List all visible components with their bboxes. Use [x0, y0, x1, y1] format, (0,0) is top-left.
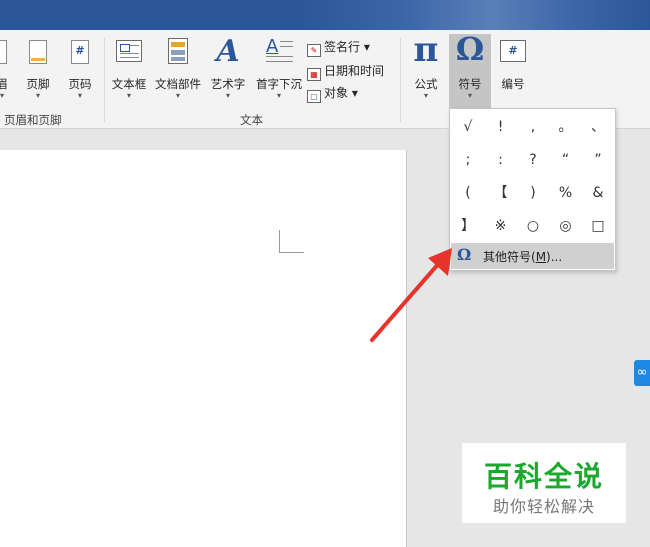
quick-parts-label: 文档部件 — [155, 77, 201, 91]
wordart-label: 艺术字 — [210, 77, 246, 91]
symbol-cell[interactable]: ; — [452, 144, 484, 176]
equation-button[interactable]: π 公式 ▾ — [406, 30, 446, 116]
numbering-icon: # — [500, 40, 526, 62]
title-bar-decoration — [300, 0, 650, 30]
symbol-cell[interactable]: 。 — [550, 111, 582, 143]
header-footer-group-label: 页眉和页脚 — [4, 113, 62, 127]
object-label: 对象 ▾ — [324, 86, 358, 100]
title-bar — [0, 0, 650, 30]
chevron-down-icon: ▾ — [126, 91, 131, 100]
numbering-label: 编号 — [501, 77, 525, 91]
hash-icon: # — [508, 44, 518, 57]
more-symbols-text: 其他符号( — [483, 250, 536, 264]
symbol-button[interactable]: Ω 符号 ▾ — [449, 30, 491, 116]
chevron-down-icon: ▾ — [77, 91, 82, 100]
omega-icon: Ω — [457, 245, 472, 264]
omega-icon: Ω — [455, 30, 485, 68]
watermark: 百科全说 助你轻松解决 — [462, 443, 626, 523]
symbol-label: 符号 — [458, 77, 482, 91]
group-divider — [400, 38, 401, 122]
symbol-cell[interactable]: ” — [582, 144, 614, 176]
drop-cap-icon: A — [264, 36, 294, 64]
symbol-cell[interactable]: : — [485, 144, 517, 176]
signature-line-button[interactable]: ✎ 签名行 ▾ — [307, 38, 370, 57]
more-symbols-ellipsis: )... — [546, 250, 563, 264]
date-time-label: 日期和时间 — [324, 64, 385, 78]
page-number-button-label: 页码 — [68, 77, 92, 91]
chevron-down-icon: ▾ — [467, 91, 472, 100]
page-number-button[interactable]: # 页码 ▾ — [62, 30, 98, 116]
chevron-down-icon: ▾ — [0, 91, 4, 100]
wordart-button[interactable]: A 艺术字 ▾ — [206, 30, 250, 116]
numbering-button[interactable]: # 编号 — [494, 30, 532, 116]
symbol-cell[interactable]: 、 — [582, 111, 614, 143]
quick-parts-button[interactable]: 文档部件 ▾ — [152, 30, 204, 116]
symbol-cell[interactable]: ! — [485, 111, 517, 143]
text-box-button[interactable]: 文本框 ▾ — [108, 30, 150, 116]
equation-label: 公式 — [414, 77, 438, 91]
text-box-label: 文本框 — [111, 77, 147, 91]
symbol-cell[interactable]: √ — [452, 111, 484, 143]
symbol-dropdown: √!,。、;:? “” (【)% & 】 ※ ○ ◎ □ Ω 其他符号(M)... — [449, 108, 616, 271]
calendar-icon: ▦ — [307, 68, 321, 81]
object-icon: ▢ — [307, 90, 321, 103]
symbol-cell[interactable]: ) — [517, 177, 549, 209]
quick-parts-icon — [168, 38, 188, 64]
symbol-cell[interactable]: ◎ — [550, 210, 582, 242]
chevron-down-icon: ▾ — [423, 91, 428, 100]
symbol-cell[interactable]: “ — [550, 144, 582, 176]
symbol-cell[interactable]: ○ — [517, 210, 549, 242]
watermark-subtitle: 助你轻松解决 — [492, 497, 595, 516]
drop-cap-button[interactable]: A 首字下沉 ▾ — [252, 30, 306, 116]
symbol-cell[interactable]: ※ — [485, 210, 517, 242]
wordart-icon: A — [216, 34, 240, 69]
document-page[interactable] — [0, 150, 407, 547]
chevron-down-icon: ▾ — [225, 91, 230, 100]
drop-cap-label: 首字下沉 — [256, 77, 302, 91]
symbol-cell[interactable]: & — [582, 177, 614, 209]
more-symbols-mnemonic: M — [535, 250, 547, 264]
date-time-button[interactable]: ▦ 日期和时间 — [307, 62, 385, 81]
symbol-cell[interactable]: , — [517, 111, 549, 143]
more-symbols-item[interactable]: Ω 其他符号(M)... — [451, 243, 614, 269]
chevron-down-icon: ▾ — [175, 91, 180, 100]
header-page-icon — [0, 40, 7, 64]
signature-icon: ✎ — [307, 44, 321, 57]
footer-page-icon — [29, 40, 47, 64]
watermark-title: 百科全说 — [483, 460, 604, 493]
page-number-icon: # — [71, 40, 89, 64]
symbol-cell[interactable]: ( — [452, 177, 484, 209]
footer-button-label: 页脚 — [26, 77, 50, 91]
pi-icon: π — [413, 30, 439, 70]
symbol-cell[interactable]: 】 — [452, 210, 484, 242]
header-button[interactable]: 眉 ▾ — [0, 30, 12, 116]
footer-button[interactable]: 页脚 ▾ — [20, 30, 56, 116]
group-divider — [104, 38, 105, 122]
symbol-cell[interactable]: 【 — [485, 177, 517, 209]
chevron-down-icon: ▾ — [276, 91, 281, 100]
link-icon[interactable]: ∞ — [634, 360, 650, 386]
symbol-cell[interactable]: □ — [582, 210, 614, 242]
header-button-label: 眉 — [0, 77, 8, 91]
margin-corner-mark — [279, 230, 304, 253]
symbol-cell[interactable]: % — [550, 177, 582, 209]
text-group-label: 文本 — [240, 113, 263, 127]
text-box-icon — [116, 40, 142, 62]
symbol-cell[interactable]: ? — [517, 144, 549, 176]
chevron-down-icon: ▾ — [35, 91, 40, 100]
signature-line-label: 签名行 ▾ — [324, 40, 370, 54]
object-button[interactable]: ▢ 对象 ▾ — [307, 84, 358, 103]
hash-icon: # — [75, 44, 85, 57]
more-symbols-label: 其他符号(M)... — [483, 248, 562, 265]
